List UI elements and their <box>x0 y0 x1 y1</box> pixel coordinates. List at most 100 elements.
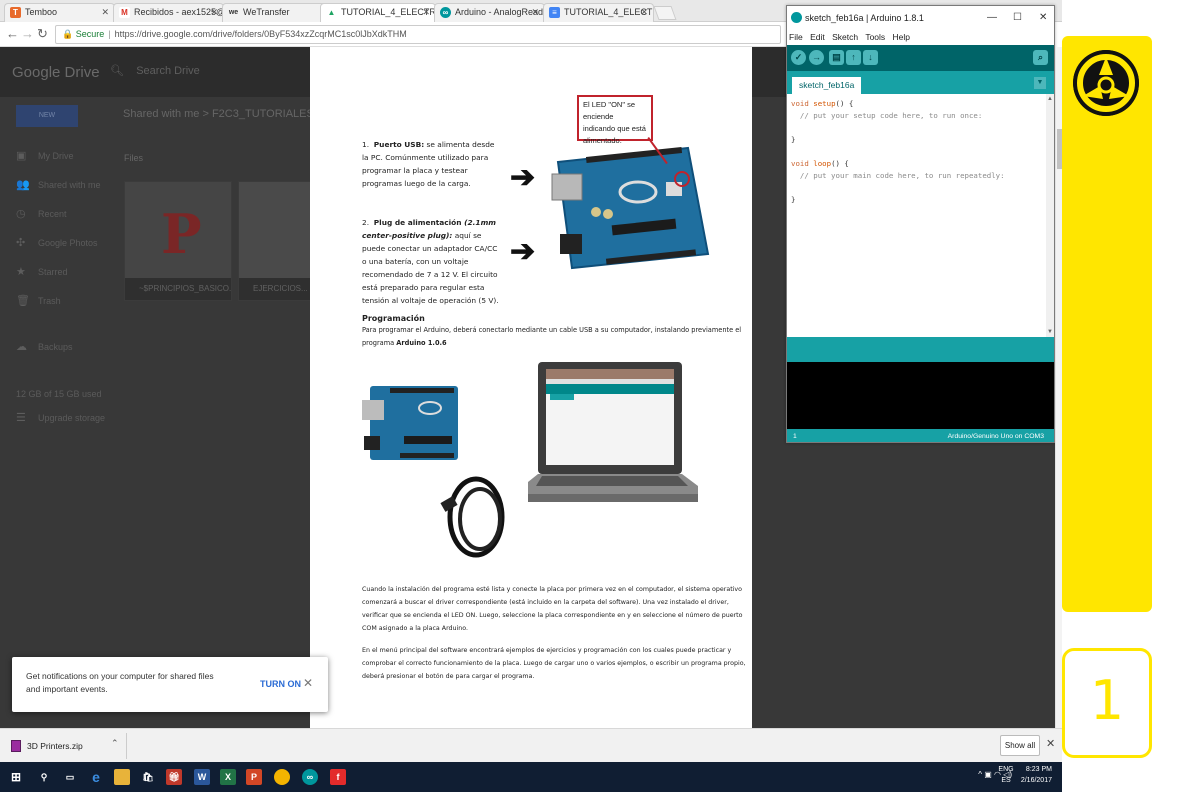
arduino-version: Arduino 1.0.6 <box>396 339 447 347</box>
storage-icon: ☰ <box>16 412 26 424</box>
open-sketch-icon[interactable]: ↑ <box>846 50 861 65</box>
turn-on-button[interactable]: TURN ON <box>260 679 301 689</box>
edge-icon[interactable]: e <box>88 769 104 785</box>
item-title: Puerto USB: <box>373 140 425 149</box>
editor-scrollbar[interactable]: ▲ ▼ <box>1046 94 1054 337</box>
foxit-icon[interactable]: f <box>330 769 346 785</box>
maximize-icon[interactable]: ☐ <box>1013 6 1022 30</box>
menu-edit[interactable]: Edit <box>810 32 825 42</box>
powerpoint-icon[interactable]: P <box>246 769 262 785</box>
download-shelf: 3D Printers.zip ⌃ Show all ✕ <box>0 728 1062 762</box>
secure-label: Secure <box>75 29 105 39</box>
tab-gmail[interactable]: M Recibidos - aex1525@g ✕ <box>113 3 224 22</box>
file-card[interactable]: P ~$PRINCIPIOS_BASICO... <box>124 181 232 301</box>
scroll-up-icon[interactable]: ▲ <box>1047 96 1053 102</box>
led-callout-box: El LED "ON" se enciende indicando que es… <box>577 95 653 145</box>
forward-arrow-icon[interactable]: → <box>21 26 34 41</box>
scroll-down-icon[interactable]: ▼ <box>1047 329 1053 335</box>
minimize-icon[interactable]: — <box>987 6 997 30</box>
language-indicator[interactable]: ENG ES <box>996 764 1016 786</box>
tab-menu-dropdown-icon[interactable]: ▼ <box>1034 77 1046 89</box>
search-icon: 🔍︎ <box>110 65 124 77</box>
lock-icon: 🔒 <box>62 29 74 39</box>
files-heading: Files <box>124 153 144 163</box>
menu-file[interactable]: File <box>789 32 803 42</box>
tab-title: Temboo <box>25 7 58 17</box>
file-explorer-icon[interactable] <box>114 769 130 785</box>
tab-arduino-analogread[interactable]: ∞ Arduino - AnalogRead ✕ <box>434 3 545 22</box>
code-editor[interactable]: void setup() { // put your setup code he… <box>787 94 1046 337</box>
action-center-icon[interactable]: 🗨︎ <box>1062 768 1076 781</box>
wetransfer-favicon-icon: we <box>228 9 239 16</box>
close-icon[interactable]: ✕ <box>303 676 313 690</box>
tab-close-icon[interactable]: ✕ <box>531 4 539 21</box>
examples-paragraph: En el menú principal del software encont… <box>362 647 746 680</box>
zip-file-icon <box>11 740 21 752</box>
menu-sketch[interactable]: Sketch <box>832 32 858 42</box>
download-file-name[interactable]: 3D Printers.zip <box>27 741 83 751</box>
storage-text: 12 GB of 15 GB used <box>16 389 102 399</box>
notification-toast: Get notifications on your computer for s… <box>12 657 328 712</box>
sidebar-item-backups[interactable]: ☁ Backups <box>0 338 300 358</box>
tab-temboo[interactable]: T Temboo ✕ <box>4 3 115 22</box>
code-text: () { <box>835 99 854 108</box>
search-icon[interactable]: ⚲ <box>36 769 52 785</box>
message-area <box>787 337 1054 362</box>
clock-date: 2/16/2017 <box>1020 777 1052 784</box>
show-all-button[interactable]: Show all <box>1000 735 1040 756</box>
drive-icon: ▣ <box>16 150 27 162</box>
file-name: ~$PRINCIPIOS_BASICO... <box>125 278 231 300</box>
sidebar-item-my-drive[interactable]: ▣ My Drive <box>0 147 300 167</box>
drive-search-input[interactable]: 🔍︎ Search Drive <box>110 64 200 77</box>
store-icon[interactable]: 🛍︎ <box>140 769 156 785</box>
url-text: https://drive.google.com/drive/folders/0… <box>114 29 407 39</box>
reload-icon[interactable]: ↻ <box>37 26 48 42</box>
new-sketch-icon[interactable]: ▤ <box>829 50 844 65</box>
menu-tools[interactable]: Tools <box>865 32 885 42</box>
arduino-toolbar: ✓ → ▤ ↑ ↓ ⌕ <box>787 45 1054 71</box>
task-view-icon[interactable]: ▭ <box>62 769 78 785</box>
tab-close-icon[interactable]: ✕ <box>101 4 109 21</box>
code-text: } <box>791 195 796 204</box>
tab-close-icon[interactable]: ✕ <box>640 4 648 21</box>
tab-sketch-feb16a[interactable]: sketch_feb16a <box>792 77 862 94</box>
url-field[interactable]: 🔒 Secure | https://drive.google.com/drive/… <box>55 25 781 44</box>
tab-close-icon[interactable]: ✕ <box>210 4 218 21</box>
docs-favicon-icon: ≡ <box>549 7 560 18</box>
new-tab-button[interactable] <box>653 6 677 20</box>
upgrade-storage-link[interactable]: ☰ Upgrade storage <box>0 409 300 429</box>
serial-monitor-icon[interactable]: ⌕ <box>1033 50 1048 65</box>
lang-sub: ES <box>1001 777 1011 784</box>
upload-arrow-icon[interactable]: → <box>809 50 824 65</box>
upgrade-label: Upgrade storage <box>38 413 106 423</box>
windows-start-icon[interactable]: ⊞ <box>8 769 24 785</box>
tab-tutorial-active[interactable]: ▲ TUTORIAL_4_ELECTRON ✕ <box>320 3 436 22</box>
arduino-logo-icon <box>791 12 802 23</box>
word-icon[interactable]: W <box>194 769 210 785</box>
gift-icon[interactable]: 🎁︎ <box>166 769 182 785</box>
clock[interactable]: 8:23 PM 2/16/2017 <box>1018 764 1052 786</box>
tab-title: Arduino - AnalogRead <box>455 7 544 17</box>
list-number: 1. <box>362 140 370 149</box>
chevron-up-icon[interactable]: ⌃ <box>111 738 119 749</box>
save-sketch-icon[interactable]: ↓ <box>863 50 878 65</box>
verify-check-icon[interactable]: ✓ <box>791 50 806 65</box>
right-arrow-icon: ➔ <box>510 161 536 194</box>
chrome-icon[interactable] <box>274 769 290 785</box>
tab-tutorial-docs[interactable]: ≡ TUTORIAL_4_ELECTRON ✕ <box>543 3 654 22</box>
tab-wetransfer[interactable]: we WeTransfer ✕ <box>222 3 333 22</box>
excel-icon[interactable]: X <box>220 769 236 785</box>
close-icon[interactable]: ✕ <box>1046 737 1055 750</box>
document-preview: 1. Puerto USB: se alimenta desde la PC. … <box>310 47 752 728</box>
tab-close-icon[interactable]: ✕ <box>422 4 430 21</box>
tab-title: WeTransfer <box>243 7 290 17</box>
divider <box>126 733 127 759</box>
clock-time: 8:23 PM <box>1025 766 1052 773</box>
page-number-box: 1 <box>1062 648 1152 758</box>
gmail-favicon-icon: M <box>119 7 130 18</box>
menu-help[interactable]: Help <box>893 32 910 42</box>
arduino-taskbar-icon[interactable]: ∞ <box>302 769 318 785</box>
close-icon[interactable]: ✕ <box>1039 6 1047 30</box>
new-button[interactable]: NEW <box>16 105 78 127</box>
back-arrow-icon[interactable]: ← <box>6 26 19 41</box>
